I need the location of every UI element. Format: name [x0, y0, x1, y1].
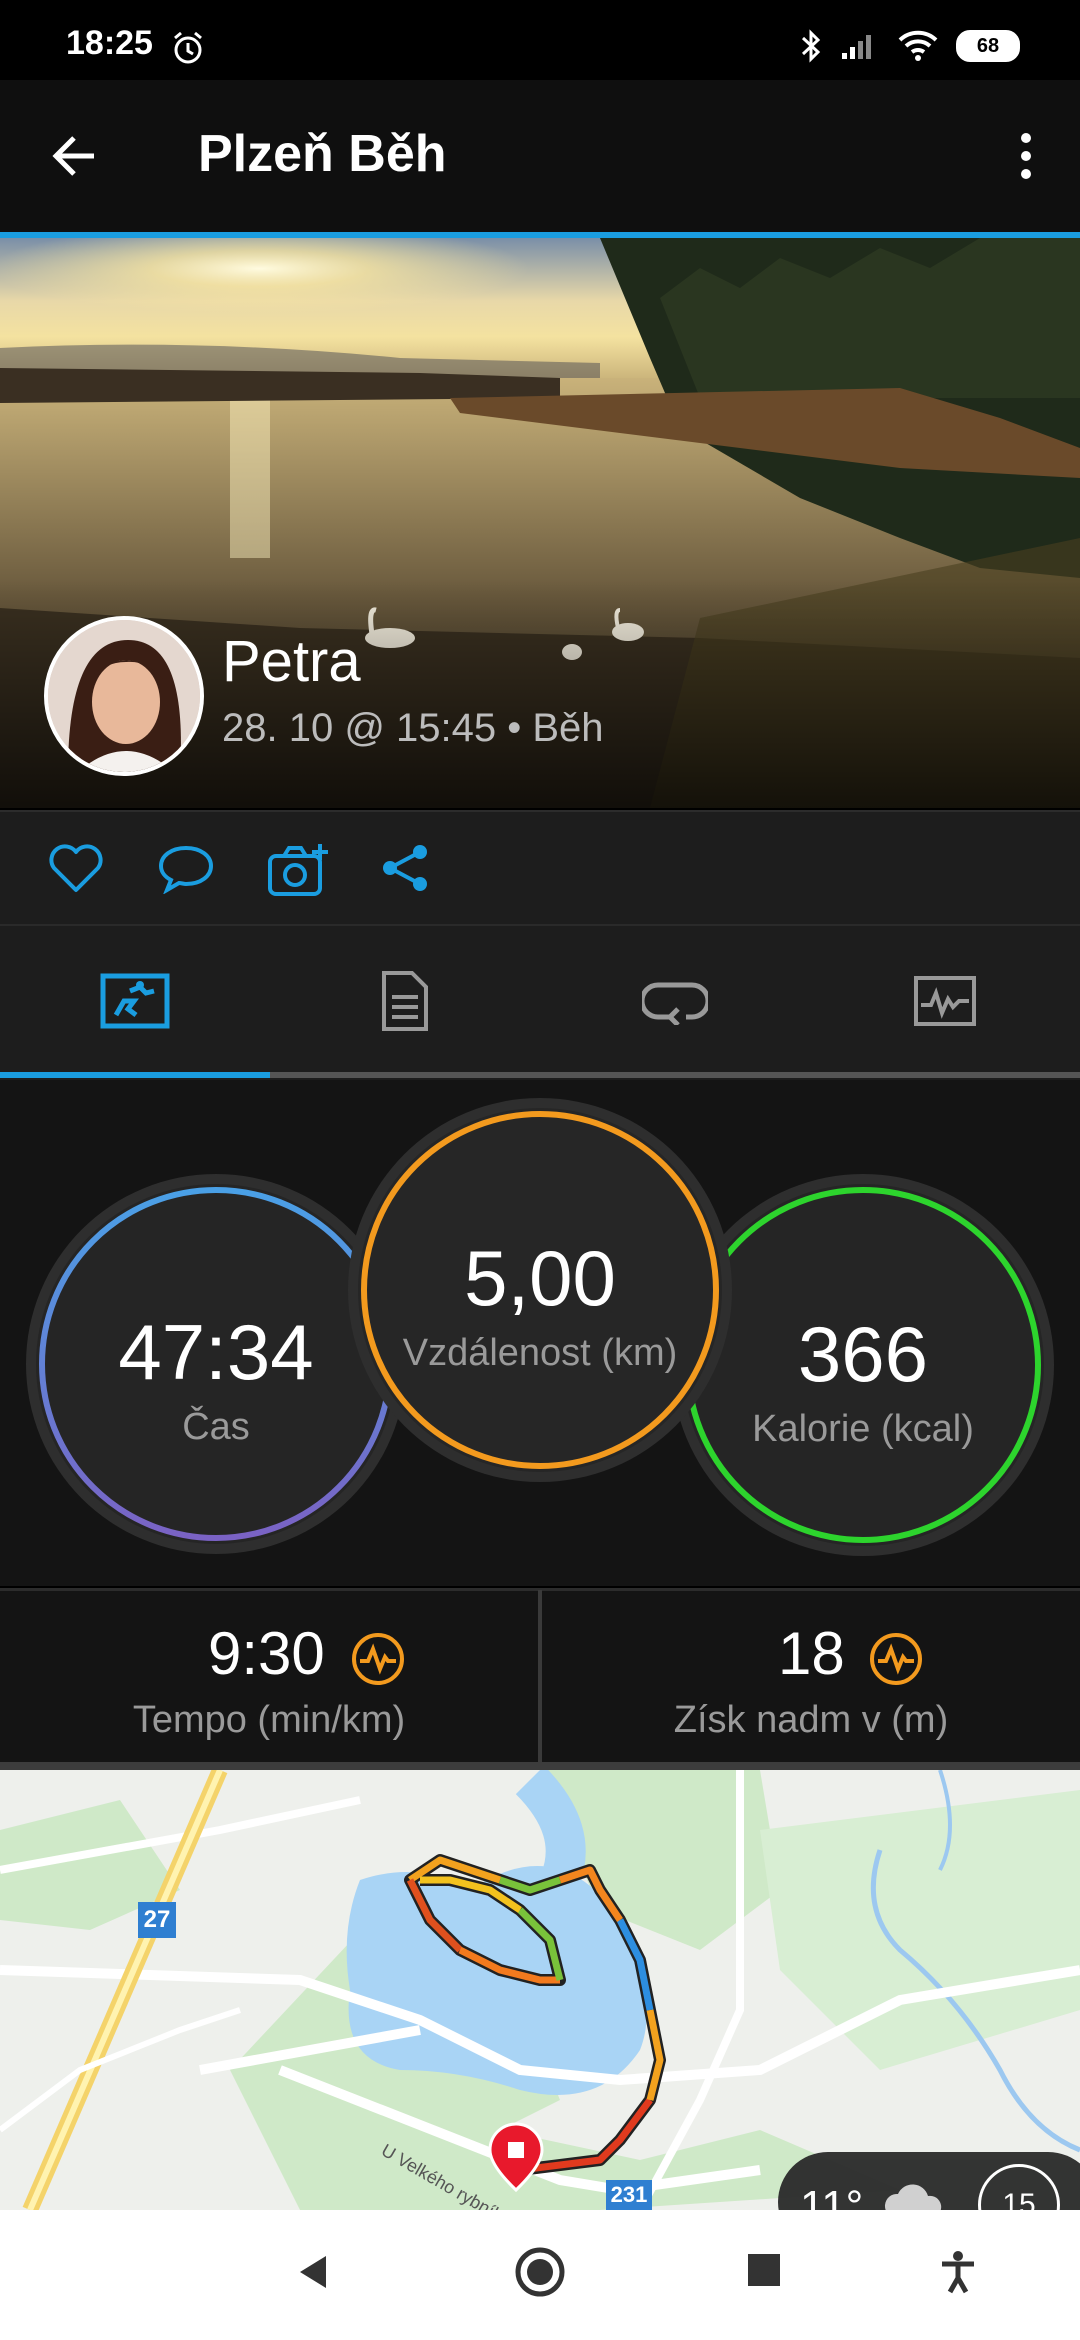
distance-stat: 5,00 Vzdálenost (km) [358, 1108, 722, 1472]
arrow-back-icon [52, 136, 94, 176]
heart-icon [49, 844, 103, 892]
circle-home-icon [515, 2247, 565, 2297]
overview-icon [100, 973, 170, 1029]
calories-stat: 366 Kalorie (kcal) [682, 1184, 1044, 1546]
battery-indicator: 68 [956, 30, 1020, 62]
elevation-metric[interactable]: 18 Získ nadm v (m) [542, 1591, 1080, 1767]
pace-metric[interactable]: 9:30 Tempo (min/km) [0, 1591, 538, 1767]
like-button[interactable] [48, 842, 104, 899]
share-icon [383, 845, 427, 891]
tab-charts[interactable] [810, 926, 1080, 1076]
wifi-icon [898, 30, 938, 61]
signal-icon [842, 35, 871, 59]
triangle-back-icon [300, 2256, 326, 2288]
elevation-value: 18 [778, 1620, 845, 1687]
add-photo-button[interactable] [266, 842, 330, 903]
status-time: 18:25 [66, 24, 153, 62]
add-photo-icon [268, 844, 328, 896]
map-divider [0, 1762, 1080, 1770]
tab-details[interactable] [270, 926, 540, 1076]
status-bar: 18:25 68 [0, 0, 1080, 80]
tab-laps[interactable] [540, 926, 810, 1076]
activity-meta: 28. 10 @ 15:45 • Běh [222, 706, 604, 750]
nav-recents-button[interactable] [746, 2252, 782, 2293]
bluetooth-icon [801, 29, 821, 63]
back-button[interactable] [48, 130, 100, 187]
activity-pulse-icon [870, 1633, 922, 1685]
chart-icon [914, 976, 976, 1026]
document-icon [382, 971, 428, 1031]
metrics-divider [538, 1590, 542, 1764]
stats-panel: 47:34 Čas 366 Kalorie (kcal) 5,00 Vzdále… [0, 1080, 1080, 1586]
square-recents-icon [748, 2254, 780, 2286]
accessibility-icon [942, 2251, 974, 2294]
loop-icon [642, 982, 708, 1025]
action-bar [0, 810, 1080, 924]
user-name: Petra [222, 629, 361, 694]
pace-value: 9:30 [208, 1620, 325, 1687]
avatar[interactable] [44, 616, 204, 776]
status-icons: 68 [800, 28, 1020, 64]
elevation-label: Získ nadm v (m) [673, 1699, 949, 1741]
nav-back-button[interactable] [296, 2252, 330, 2297]
share-button[interactable] [380, 842, 432, 899]
tab-bar [0, 924, 1080, 1082]
pace-label: Tempo (min/km) [132, 1699, 406, 1741]
tab-active-indicator [0, 1072, 270, 1078]
nav-home-button[interactable] [514, 2246, 566, 2303]
road-231-label: 231 [610, 2182, 648, 2207]
comment-icon [158, 845, 214, 895]
tab-overview[interactable] [0, 926, 270, 1076]
comment-button[interactable] [156, 842, 216, 899]
system-nav-bar [0, 2210, 1080, 2340]
alarm-icon [170, 30, 206, 71]
app-bar: Plzeň Běh [0, 80, 1080, 234]
page-title: Plzeň Běh [198, 125, 447, 183]
more-options-button[interactable] [1016, 130, 1036, 187]
road-27-label: 27 [143, 1906, 171, 1933]
time-stat: 47:34 Čas [36, 1184, 396, 1544]
activity-pulse-icon [352, 1633, 404, 1685]
accessibility-button[interactable] [940, 2250, 976, 2299]
route-map[interactable]: 27 231 U Velkého rybníka [0, 1770, 1080, 2210]
more-vert-icon [1021, 133, 1031, 179]
